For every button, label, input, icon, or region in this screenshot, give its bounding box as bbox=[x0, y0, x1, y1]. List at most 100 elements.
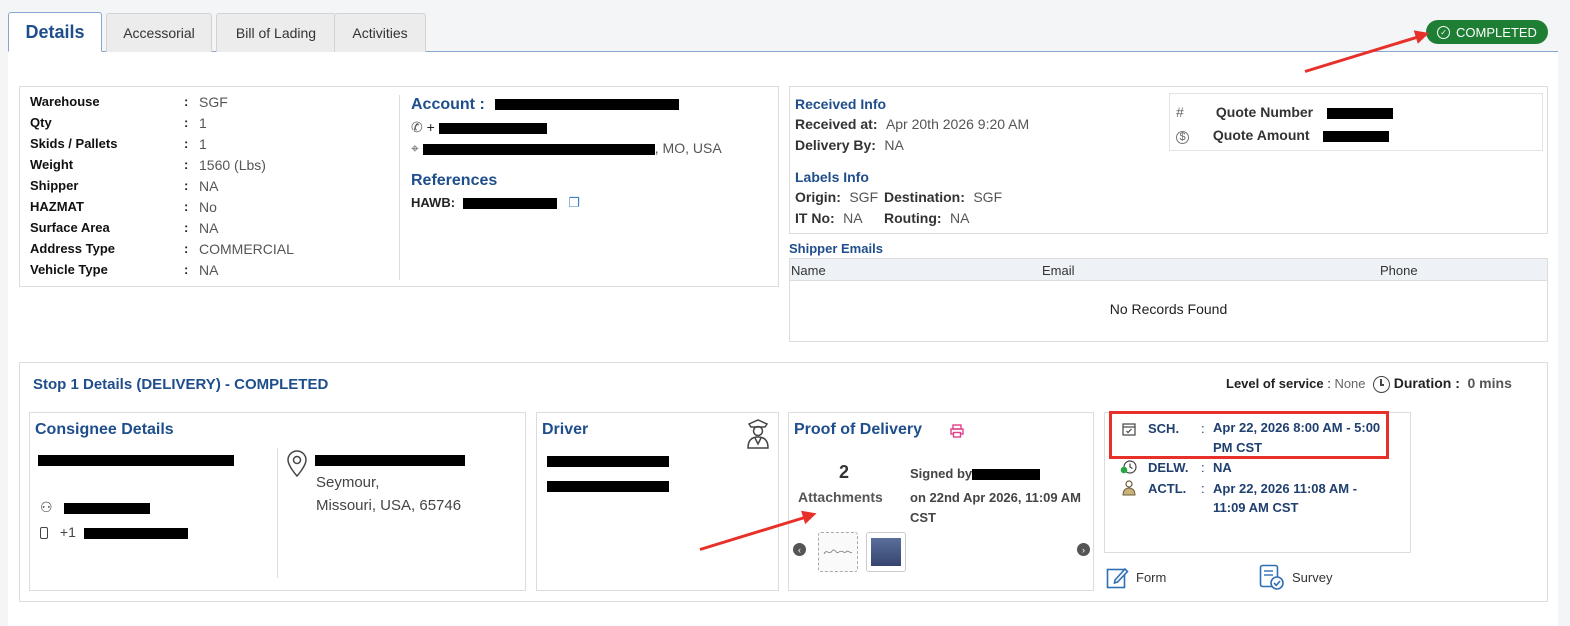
photo-thumbnail-icon bbox=[871, 538, 901, 566]
shipment-field-row: Vehicle Type: NA bbox=[30, 260, 390, 280]
shipment-field-row: Address Type: COMMERCIAL bbox=[30, 239, 390, 259]
consignee-phone: +1 bbox=[40, 524, 188, 540]
field-value: SGF bbox=[199, 94, 228, 110]
shipper-emails-table: Name Email Phone No Records Found bbox=[789, 258, 1548, 342]
itno-row: IT No: NA bbox=[795, 210, 863, 226]
field-label: Skids / Pallets bbox=[30, 136, 118, 151]
check-circle-icon: ✓ bbox=[1437, 25, 1451, 39]
location-pin-icon: ⌖ bbox=[411, 140, 419, 156]
field-label: Address Type bbox=[30, 241, 116, 256]
labels-info-title: Labels Info bbox=[795, 169, 869, 185]
field-value: NA bbox=[199, 178, 219, 194]
copy-icon[interactable]: ❐ bbox=[568, 195, 580, 210]
consignee-card: Consignee Details ⚇ +1 Seymour, Missouri… bbox=[29, 412, 526, 591]
clock-icon bbox=[1373, 376, 1391, 394]
field-label: Qty bbox=[30, 115, 52, 130]
pod-title: Proof of Delivery bbox=[794, 421, 923, 438]
print-icon[interactable] bbox=[950, 424, 964, 443]
field-label: HAZMAT bbox=[30, 199, 84, 214]
field-colon: : bbox=[184, 220, 189, 235]
delivery-person-icon bbox=[1121, 480, 1137, 499]
tab-details[interactable]: Details bbox=[8, 12, 102, 52]
shipment-field-row: Qty:1 bbox=[30, 113, 390, 133]
driver-card: Driver bbox=[536, 412, 779, 591]
signer-redacted bbox=[972, 469, 1041, 481]
mobile-icon bbox=[40, 527, 48, 540]
field-label: Vehicle Type bbox=[30, 262, 108, 277]
hawb-redacted bbox=[462, 198, 557, 210]
delivery-by-row: Delivery By: NA bbox=[795, 137, 904, 153]
carousel-next-button[interactable]: › bbox=[1077, 543, 1090, 556]
shipment-field-row: Weight:1560 (Lbs) bbox=[30, 155, 390, 175]
survey-button[interactable]: Survey bbox=[1259, 563, 1332, 591]
dollar-circle-icon: $ bbox=[1176, 130, 1189, 144]
account-title: Account : bbox=[411, 96, 485, 113]
attachment-thumbnail[interactable] bbox=[818, 532, 858, 572]
proof-of-delivery-card: Proof of Delivery 2 Attachments Signed b… bbox=[788, 412, 1094, 591]
account-name-redacted bbox=[495, 99, 679, 110]
field-value: 1560 (Lbs) bbox=[199, 157, 266, 173]
form-button[interactable]: Form bbox=[1106, 563, 1166, 591]
quote-number-redacted bbox=[1327, 107, 1394, 119]
carousel-prev-button[interactable]: ‹ bbox=[793, 543, 806, 556]
tab-bar: Details Accessorial Bill of Lading Activ… bbox=[8, 12, 1558, 52]
panel-divider bbox=[399, 95, 400, 280]
quote-amount-row: $ Quote Amount bbox=[1176, 127, 1390, 144]
shipment-field-row: Surface Area: NA bbox=[30, 218, 390, 238]
account-address: ⌖ , MO, USA bbox=[411, 140, 722, 156]
destination-row: Destination: SGF bbox=[884, 189, 1003, 205]
consignee-name-redacted bbox=[38, 455, 234, 466]
routing-row: Routing: NA bbox=[884, 210, 970, 226]
quote-box: # Quote Number $ Quote Amount bbox=[1169, 93, 1543, 151]
consignee-city: Seymour, bbox=[316, 474, 380, 491]
location-pin-icon bbox=[285, 450, 309, 483]
signed-by: Signed by bbox=[910, 466, 1041, 481]
consignee-title: Consignee Details bbox=[35, 421, 174, 438]
tab-activities[interactable]: Activities bbox=[334, 13, 426, 52]
address-redacted bbox=[422, 143, 655, 155]
field-value: 1 bbox=[199, 136, 207, 152]
delw-row: DELW. : NA bbox=[1119, 459, 1404, 479]
level-of-service: Level of service : None Duration : 0 min… bbox=[1226, 375, 1512, 394]
account-phone: ✆ + bbox=[411, 119, 547, 136]
hawb-row: HAWB: ❐ bbox=[411, 195, 580, 210]
consignee-state: Missouri, USA, 65746 bbox=[316, 497, 462, 514]
field-colon: : bbox=[184, 199, 189, 214]
origin-row: Origin: SGF bbox=[795, 189, 879, 205]
shipment-field-row: Shipper: NA bbox=[30, 176, 390, 196]
field-colon: : bbox=[184, 241, 189, 256]
tab-bill-of-lading[interactable]: Bill of Lading bbox=[216, 13, 336, 52]
driver-title: Driver bbox=[542, 421, 589, 438]
shipper-emails-title: Shipper Emails bbox=[789, 241, 883, 256]
field-value: COMMERCIAL bbox=[199, 241, 294, 257]
field-value: NA bbox=[199, 220, 219, 236]
field-value: 1 bbox=[199, 115, 207, 131]
consignee-phone-redacted bbox=[83, 527, 188, 539]
field-value: NA bbox=[199, 262, 219, 278]
consignee-divider bbox=[277, 448, 278, 578]
received-info-title: Received Info bbox=[795, 96, 887, 112]
references-title: References bbox=[411, 172, 498, 189]
phone-redacted bbox=[438, 122, 547, 134]
field-value: No bbox=[199, 199, 217, 215]
phone-icon: ✆ bbox=[411, 119, 423, 135]
shipment-info-panel: Warehouse: SGF Qty:1 Skids / Pallets:1 Weigh… bbox=[19, 86, 779, 287]
highlight-box bbox=[1109, 411, 1389, 459]
quote-amount-redacted bbox=[1323, 130, 1390, 142]
driver-name-redacted bbox=[547, 456, 669, 467]
field-colon: : bbox=[184, 262, 189, 277]
attachment-count: 2 bbox=[839, 462, 850, 482]
tab-accessorial[interactable]: Accessorial bbox=[106, 13, 212, 52]
empty-state: No Records Found bbox=[1109, 301, 1228, 317]
edit-form-icon bbox=[1106, 567, 1129, 588]
signed-on: on 22nd Apr 2026, 11:09 AM CST bbox=[910, 490, 1081, 525]
field-colon: : bbox=[184, 115, 189, 130]
contact-redacted bbox=[64, 502, 151, 514]
field-colon: : bbox=[184, 157, 189, 172]
consignee-street-redacted bbox=[315, 455, 465, 466]
received-info-panel: Received Info Received at: Apr 20th 2026… bbox=[789, 86, 1548, 234]
hash-icon: # bbox=[1176, 104, 1184, 120]
attachments-label: Attachments bbox=[798, 489, 883, 505]
attachment-thumbnail[interactable] bbox=[866, 532, 906, 572]
field-label: Weight bbox=[30, 157, 74, 172]
